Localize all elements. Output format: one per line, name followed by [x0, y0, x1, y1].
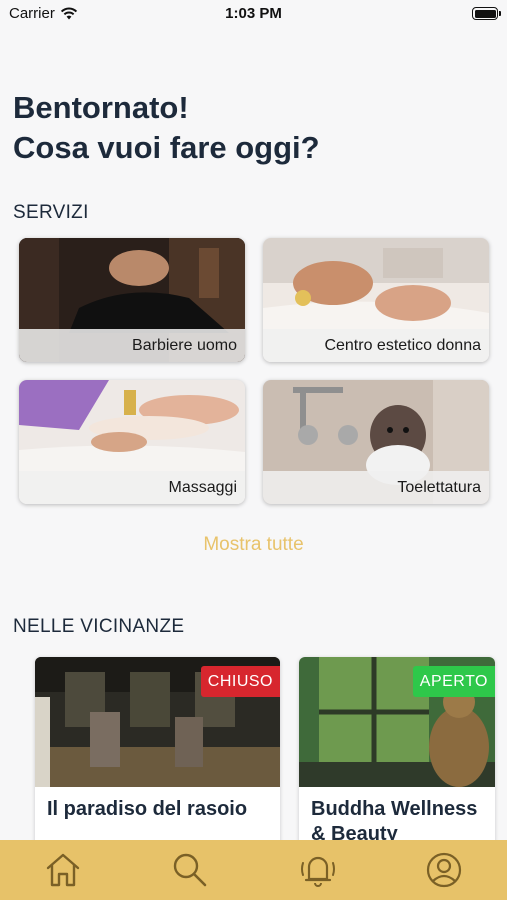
battery-icon [472, 7, 501, 20]
bell-icon [301, 856, 335, 887]
service-card-grooming[interactable]: Toelettatura [263, 380, 489, 504]
tab-search[interactable] [170, 850, 210, 890]
tab-profile[interactable] [424, 850, 464, 890]
service-card-beauty[interactable]: Centro estetico donna [263, 238, 489, 362]
status-badge: APERTO [412, 666, 495, 697]
search-icon [173, 853, 207, 887]
services-title: SERVIZI [13, 202, 89, 223]
home-icon [46, 853, 80, 887]
nearby-title: NELLE VICINANZE [13, 616, 185, 637]
place-name: Il paradiso del rasoio [47, 798, 248, 820]
place-card[interactable]: APERTO Buddha Wellness & Beauty [299, 657, 495, 857]
service-label: Toelettatura [397, 479, 481, 496]
service-label: Centro estetico donna [324, 337, 481, 354]
tab-notifications[interactable] [298, 850, 338, 890]
service-label: Massaggi [168, 479, 237, 496]
service-card-massage[interactable]: Massaggi [19, 380, 245, 504]
service-card-barber[interactable]: Barbiere uomo [19, 238, 245, 362]
place-card[interactable]: CHIUSO Il paradiso del rasoio [35, 657, 280, 857]
show-all-button[interactable]: Mostra tutte [0, 533, 507, 557]
greeting-line-1: Bentornato! [13, 90, 189, 125]
service-label: Barbiere uomo [132, 337, 237, 354]
status-bar: Carrier 1:03 PM [0, 0, 507, 28]
greeting-line-2: Cosa vuoi fare oggi? [13, 130, 320, 165]
status-badge: CHIUSO [200, 666, 280, 697]
tab-bar [0, 840, 507, 900]
tab-home[interactable] [43, 850, 83, 890]
page-title: Bentornato! Cosa vuoi fare oggi? [13, 88, 320, 168]
profile-icon [426, 852, 462, 888]
clock: 1:03 PM [225, 5, 282, 22]
